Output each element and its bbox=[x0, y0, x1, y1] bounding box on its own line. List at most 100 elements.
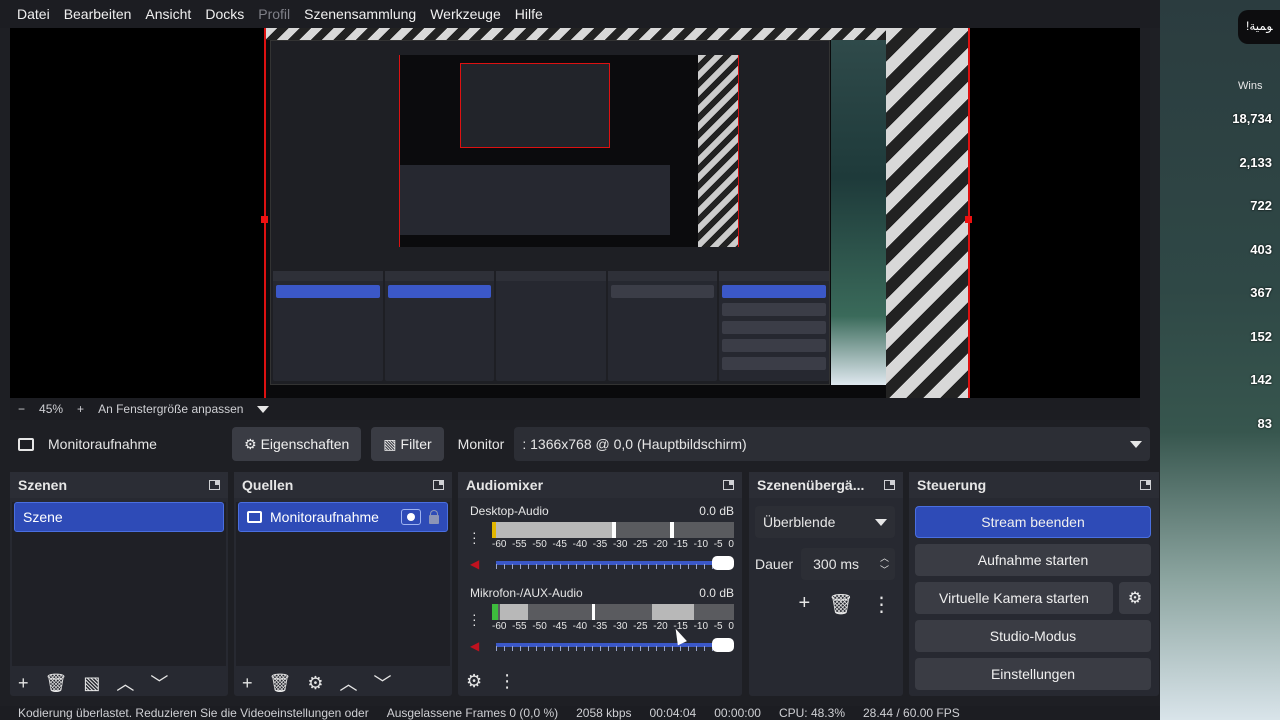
start-recording-button[interactable]: Aufnahme starten bbox=[915, 544, 1151, 576]
fit-to-window-button[interactable]: An Fenstergröße anpassen bbox=[98, 402, 243, 416]
add-source-icon[interactable]: + bbox=[242, 673, 253, 694]
db-tick: -25 bbox=[633, 539, 648, 550]
transition-select-value: Überblende bbox=[763, 514, 836, 530]
menu-szenensammlung[interactable]: Szenensammlung bbox=[297, 6, 423, 22]
scenes-header: Szenen bbox=[10, 472, 228, 498]
chevron-down-icon[interactable]: ﹀ bbox=[880, 564, 889, 576]
nested-preview bbox=[399, 55, 739, 247]
sources-title: Quellen bbox=[242, 477, 294, 493]
chevron-up-icon[interactable]: ︿ bbox=[880, 552, 889, 564]
resize-handle[interactable] bbox=[965, 216, 972, 223]
trash-icon[interactable]: 🗑 bbox=[269, 673, 292, 694]
wins-value: 18,734 bbox=[1232, 111, 1272, 126]
properties-button[interactable]: ⚙ Eigenschaften bbox=[232, 427, 362, 461]
db-tick: -40 bbox=[572, 539, 588, 550]
transitions-dock: Szenenübergä... Überblende Dauer 300 ms … bbox=[749, 472, 903, 696]
volume-slider[interactable] bbox=[496, 556, 734, 570]
menu-ansicht[interactable]: Ansicht bbox=[138, 6, 198, 22]
menu-werkzeuge[interactable]: Werkzeuge bbox=[423, 6, 508, 22]
move-down-icon[interactable]: ﹀ bbox=[150, 670, 168, 696]
add-transition-icon[interactable]: + bbox=[798, 592, 810, 617]
sources-toolbar: + 🗑 ⚙ ︿ ﹀ bbox=[234, 668, 452, 698]
menu-bar: Datei Bearbeiten Ansicht Docks Profil Sz… bbox=[0, 0, 1160, 28]
monitor-label: Monitor bbox=[457, 436, 505, 452]
monitor-select[interactable]: : 1366x768 @ 0,0 (Hauptbildschirm) bbox=[514, 427, 1150, 461]
volume-slider-thumb[interactable] bbox=[712, 556, 734, 570]
source-item[interactable]: Monitoraufnahme bbox=[238, 502, 448, 532]
add-scene-icon[interactable]: + bbox=[18, 673, 29, 694]
stream-time: 00:04:04 bbox=[649, 706, 697, 720]
mixer-title: Audiomixer bbox=[466, 477, 544, 493]
db-tick: 0 bbox=[728, 539, 734, 550]
menu-datei[interactable]: Datei bbox=[10, 6, 57, 22]
zoom-dropdown-icon[interactable] bbox=[257, 405, 270, 413]
advanced-audio-gear-icon[interactable]: ⚙ bbox=[466, 671, 482, 692]
volume-slider[interactable] bbox=[496, 638, 734, 652]
channel-db: 0.0 dB bbox=[699, 504, 734, 518]
stream-stop-button[interactable]: Stream beenden bbox=[915, 506, 1151, 538]
meter-marker bbox=[612, 522, 616, 538]
scene-filter-icon[interactable]: ▧ bbox=[83, 673, 100, 694]
selected-source: Monitoraufnahme bbox=[10, 436, 232, 452]
meter-level bbox=[496, 522, 612, 538]
transition-select[interactable]: Überblende bbox=[755, 506, 895, 538]
move-down-icon[interactable]: ﹀ bbox=[374, 670, 392, 696]
move-up-icon[interactable]: ︿ bbox=[116, 670, 134, 696]
preview-area[interactable] bbox=[10, 28, 1140, 398]
menu-hilfe[interactable]: Hilfe bbox=[508, 6, 550, 22]
db-scale: -60 -55 -50 -45 -40 -35 -30 -25 -20 -15 -10 -5 0 bbox=[492, 621, 734, 632]
lock-icon[interactable] bbox=[429, 509, 439, 524]
duration-input[interactable]: 300 ms ︿ ﹀ bbox=[801, 548, 895, 580]
volume-slider-thumb[interactable] bbox=[712, 638, 734, 652]
nested-dock bbox=[496, 271, 606, 381]
undock-icon[interactable] bbox=[1140, 480, 1151, 490]
filter-label: Filter bbox=[400, 436, 432, 452]
nested-preview-capture bbox=[270, 40, 830, 385]
db-tick: -55 bbox=[512, 539, 527, 550]
studio-mode-button[interactable]: Studio-Modus bbox=[915, 620, 1151, 652]
fps: 28.44 / 60.00 FPS bbox=[862, 706, 960, 720]
zoom-in-button[interactable]: + bbox=[77, 402, 84, 416]
db-tick: -45 bbox=[552, 539, 567, 550]
nested-dock bbox=[607, 271, 718, 381]
trash-icon[interactable]: 🗑 bbox=[45, 673, 68, 694]
visibility-eye-icon[interactable] bbox=[401, 509, 421, 525]
zoom-out-button[interactable]: − bbox=[18, 402, 25, 416]
obs-window: Datei Bearbeiten Ansicht Docks Profil Sz… bbox=[0, 0, 1280, 720]
mixer-channel-desktop: Desktop-Audio 0.0 dB · · · -60 -55 -50 -45 -40… bbox=[460, 500, 740, 582]
sources-dock: Quellen Monitoraufnahme + 🗑 ⚙ ︿ ﹀ bbox=[234, 472, 452, 696]
transition-menu-icon[interactable]: ⋮ bbox=[872, 592, 892, 617]
channel-menu-icon[interactable]: · · · bbox=[472, 525, 477, 549]
virtual-camera-gear-icon[interactable]: ⚙ bbox=[1119, 582, 1151, 614]
undock-icon[interactable] bbox=[884, 480, 895, 490]
channel-db: 0.0 dB bbox=[699, 586, 734, 600]
virtual-camera-button[interactable]: Virtuelle Kamera starten bbox=[915, 582, 1113, 614]
channel-menu-icon[interactable]: · · · bbox=[472, 607, 477, 631]
game-chip: !ﻮﻤﻴﺔ bbox=[1238, 10, 1280, 44]
speaker-muted-icon[interactable]: ◀ bbox=[470, 557, 484, 571]
nested-inner-panels bbox=[400, 165, 670, 235]
gear-icon[interactable]: ⚙ bbox=[307, 673, 323, 694]
undock-icon[interactable] bbox=[209, 480, 220, 490]
move-up-icon[interactable]: ︿ bbox=[340, 670, 358, 696]
trash-icon[interactable]: 🗑 bbox=[828, 592, 853, 617]
duration-spinner[interactable]: ︿ ﹀ bbox=[880, 552, 889, 576]
resize-handle[interactable] bbox=[261, 216, 268, 223]
db-tick: -5 bbox=[713, 539, 723, 550]
duration-value: 300 ms bbox=[813, 556, 860, 572]
wins-value: 83 bbox=[1257, 416, 1272, 431]
transitions-title: Szenenübergä... bbox=[757, 477, 865, 493]
undock-icon[interactable] bbox=[723, 480, 734, 490]
settings-button[interactable]: Einstellungen bbox=[915, 658, 1151, 690]
zoom-bar: − 45% + An Fenstergröße anpassen bbox=[10, 398, 1140, 420]
menu-profil[interactable]: Profil bbox=[251, 6, 297, 22]
menu-bearbeiten[interactable]: Bearbeiten bbox=[57, 6, 139, 22]
menu-docks[interactable]: Docks bbox=[198, 6, 251, 22]
scene-item[interactable]: Szene bbox=[14, 502, 224, 532]
undock-icon[interactable] bbox=[433, 480, 444, 490]
db-tick: -10 bbox=[693, 621, 709, 632]
filter-button[interactable]: ▧ Filter bbox=[371, 427, 444, 461]
preview-canvas[interactable] bbox=[264, 28, 970, 398]
mixer-menu-icon[interactable]: ⋮ bbox=[498, 671, 516, 692]
speaker-muted-icon[interactable]: ◀ bbox=[470, 639, 484, 653]
